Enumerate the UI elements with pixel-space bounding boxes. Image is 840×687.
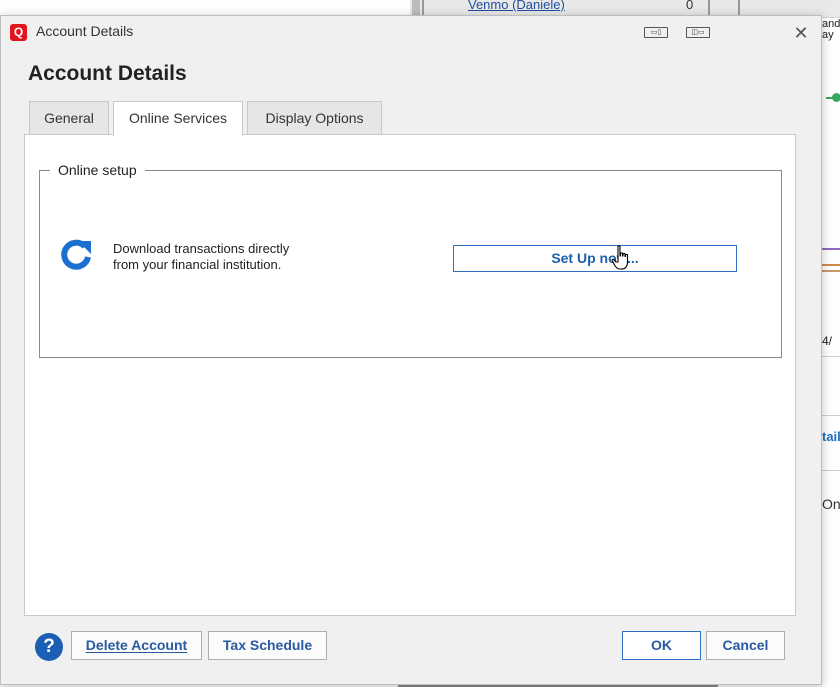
- online-services-panel: Online setup Download transactions direc…: [24, 134, 796, 616]
- background-chart-line: [822, 270, 840, 272]
- background-link[interactable]: tail: [822, 429, 840, 444]
- background-text: 4/: [822, 334, 833, 348]
- tax-schedule-button[interactable]: Tax Schedule: [208, 631, 327, 660]
- tab-display-options[interactable]: Display Options: [247, 101, 382, 134]
- online-setup-group: Online setup Download transactions direc…: [39, 162, 782, 358]
- hand-pointer-icon: [611, 245, 629, 270]
- account-details-dialog: Q Account Details ▭▯ ◫▭ ✕ Account Detail…: [0, 15, 822, 685]
- online-setup-description: Download transactions directly from your…: [113, 241, 290, 272]
- tab-online-services[interactable]: Online Services: [113, 101, 243, 136]
- window-title: Account Details: [36, 23, 134, 39]
- tab-general[interactable]: General: [29, 101, 109, 134]
- group-title: Online setup: [50, 162, 145, 178]
- delete-account-label: Delete Account: [85, 637, 188, 653]
- refresh-icon: [61, 239, 91, 270]
- title-bar[interactable]: Q Account Details ▭▯ ◫▭ ✕: [1, 16, 821, 49]
- ok-button[interactable]: OK: [622, 631, 701, 660]
- divider: [822, 415, 840, 416]
- set-up-now-button[interactable]: Set Up now...: [453, 245, 737, 272]
- background-text: On: [822, 496, 840, 512]
- background-text: ay: [822, 29, 834, 41]
- compact-view-icon[interactable]: ▭▯: [644, 27, 668, 38]
- background-chart-line: [822, 264, 840, 266]
- divider: [822, 470, 840, 471]
- background-chart-point: [832, 93, 840, 102]
- page-title: Account Details: [28, 62, 187, 85]
- divider: [822, 356, 840, 357]
- background-account-link[interactable]: Venmo (Daniele): [468, 0, 565, 12]
- help-icon[interactable]: ?: [35, 633, 63, 661]
- close-button[interactable]: ✕: [790, 22, 812, 44]
- expand-view-icon[interactable]: ◫▭: [686, 27, 710, 38]
- cancel-button[interactable]: Cancel: [706, 631, 785, 660]
- background-right-pane: [822, 18, 840, 687]
- tax-schedule-label: Tax Schedule: [222, 637, 313, 653]
- quicken-logo-icon: Q: [10, 24, 27, 41]
- background-chart-line: [822, 248, 840, 250]
- delete-account-button[interactable]: Delete Account: [71, 631, 202, 660]
- background-account-balance: 0: [686, 0, 694, 12]
